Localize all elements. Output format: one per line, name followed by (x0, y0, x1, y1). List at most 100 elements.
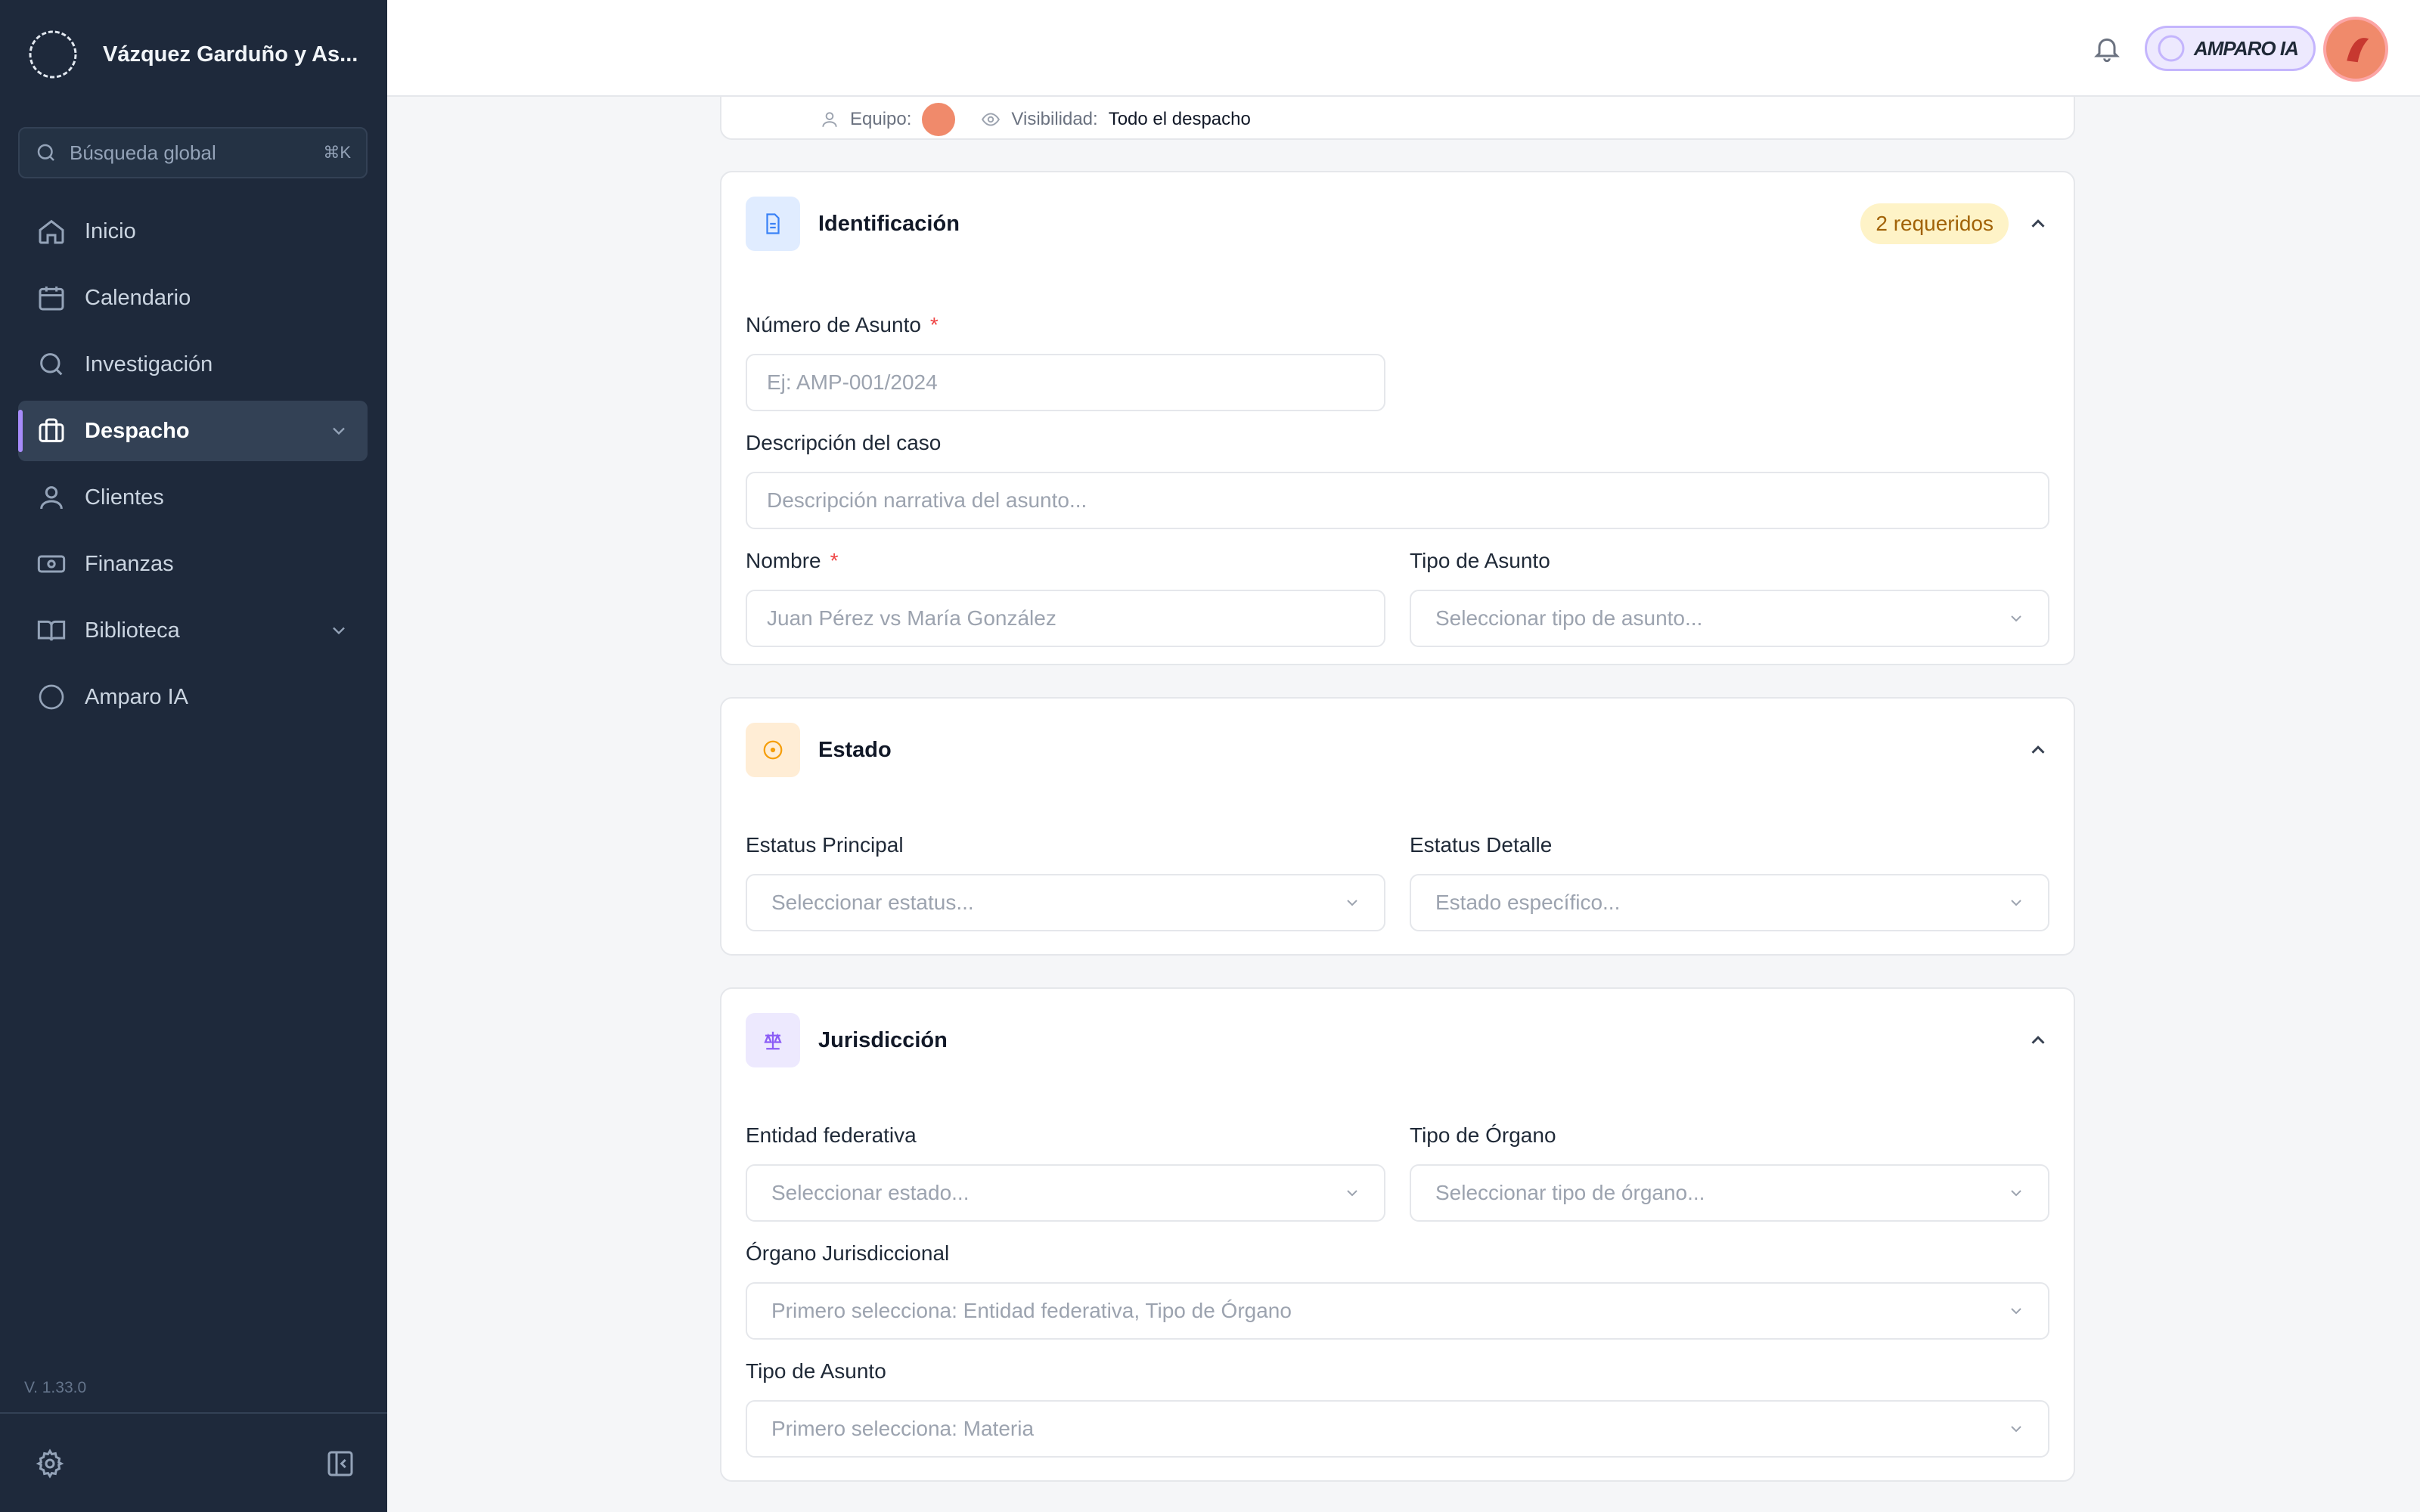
sidebar: Vázquez Garduño y As... Búsqueda global … (0, 0, 387, 1512)
topbar: AMPARO IA (387, 0, 2420, 97)
amparo-logo-icon (39, 684, 64, 710)
descripcion-field: Descripción del caso Descripción narrati… (746, 428, 2049, 529)
field-label: Descripción del caso (746, 431, 942, 454)
sidebar-item-label: Biblioteca (85, 618, 180, 643)
briefcase-icon (39, 418, 64, 442)
search-shortcut: ⌘K (323, 143, 351, 162)
chevron-up-icon[interactable] (2027, 1029, 2049, 1052)
entidad-federativa-select[interactable]: Seleccionar estado... (746, 1164, 1385, 1222)
tipo-organo-field: Tipo de Órgano Seleccionar tipo de órgan… (1410, 1120, 2049, 1222)
amparo-logo-icon (2158, 35, 2185, 62)
chevron-down-icon[interactable] (328, 620, 349, 641)
numero-asunto-input[interactable]: Ej: AMP-001/2024 (746, 354, 1385, 411)
section-title: Jurisdicción (818, 1027, 948, 1052)
estado-section: Estado Estatus Principal Seleccionar est… (720, 697, 2075, 956)
field-label: Estatus Detalle (1410, 833, 1553, 857)
organo-jurisdiccional-select[interactable]: Primero selecciona: Entidad federativa, … (746, 1282, 2049, 1340)
eye-icon (982, 113, 1001, 126)
identificacion-header[interactable]: Identificación 2 requeridos (746, 197, 2049, 251)
chevron-down-icon (2011, 900, 2021, 906)
status-icon (746, 723, 800, 777)
brand-logo-icon (29, 30, 77, 79)
app-version: V. 1.33.0 (24, 1379, 87, 1396)
sidebar-item-inicio[interactable]: Inicio (18, 201, 368, 262)
brand-name: Vázquez Garduño y As... (103, 42, 358, 67)
required-badge: 2 requeridos (1860, 203, 2009, 244)
numero-asunto-field: Número de Asunto * Ej: AMP-001/2024 (746, 310, 1385, 411)
document-icon (746, 197, 800, 251)
sidebar-item-label: Inicio (85, 218, 136, 243)
section-title: Identificación (818, 211, 960, 236)
organo-jurisdiccional-field: Órgano Jurisdiccional Primero selecciona… (746, 1238, 2049, 1340)
field-label: Tipo de Asunto (746, 1359, 886, 1383)
entidad-federativa-field: Entidad federativa Seleccionar estado... (746, 1120, 1385, 1222)
tipo-asunto-jurisdiccion-field: Tipo de Asunto Primero selecciona: Mater… (746, 1356, 2049, 1458)
brand[interactable]: Vázquez Garduño y As... (27, 27, 358, 82)
jurisdiccion-header[interactable]: Jurisdicción (746, 1013, 2049, 1067)
estado-header[interactable]: Estado (746, 723, 2049, 777)
search-placeholder: Búsqueda global (70, 141, 216, 164)
estatus-detalle-field: Estatus Detalle Estado específico... (1410, 830, 2049, 931)
visibility-label: Visibilidad: (1011, 109, 1098, 129)
sidebar-item-label: Finanzas (85, 551, 174, 576)
estatus-principal-field: Estatus Principal Seleccionar estatus... (746, 830, 1385, 931)
collapse-sidebar-icon[interactable] (325, 1448, 355, 1479)
estatus-principal-select[interactable]: Seleccionar estatus... (746, 874, 1385, 931)
sidebar-item-label: Despacho (85, 418, 190, 443)
sidebar-item-despacho[interactable]: Despacho (18, 401, 368, 461)
chevron-up-icon[interactable] (2027, 212, 2049, 235)
user-icon (40, 486, 63, 510)
team-icon (822, 112, 837, 127)
field-label: Entidad federativa (746, 1123, 917, 1147)
descripcion-input[interactable]: Descripción narrativa del asunto... (746, 472, 2049, 529)
sidebar-item-biblioteca[interactable]: Biblioteca (18, 600, 368, 661)
visibility-value: Todo el despacho (1108, 109, 1251, 129)
scale-icon (746, 1013, 800, 1067)
amparo-ia-button[interactable]: AMPARO IA (2145, 26, 2316, 71)
field-label: Tipo de Órgano (1410, 1123, 1556, 1147)
tipo-asunto-jurisdiccion-select[interactable]: Primero selecciona: Materia (746, 1400, 2049, 1458)
chevron-up-icon[interactable] (2027, 739, 2049, 761)
previous-card-meta: Equipo: Visibilidad: Todo el despacho (820, 103, 1251, 136)
sidebar-nav: Inicio Calendario Investigación Despacho… (18, 201, 368, 733)
chevron-down-icon (2011, 1190, 2021, 1197)
search-icon (40, 353, 63, 376)
previous-card: Equipo: Visibilidad: Todo el despacho (720, 97, 2075, 140)
sidebar-item-finanzas[interactable]: Finanzas (18, 534, 368, 594)
sidebar-item-investigacion[interactable]: Investigación (18, 334, 368, 395)
book-icon (37, 620, 66, 641)
global-search[interactable]: Búsqueda global ⌘K (18, 127, 368, 178)
chevron-down-icon (2011, 1308, 2021, 1315)
tipo-organo-select[interactable]: Seleccionar tipo de órgano... (1410, 1164, 2049, 1222)
amparo-ia-label: AMPARO IA (2194, 36, 2299, 60)
section-title: Estado (818, 737, 892, 762)
sidebar-item-label: Calendario (85, 285, 191, 310)
nombre-input[interactable]: Juan Pérez vs María González (746, 590, 1385, 647)
calendar-icon (39, 287, 64, 311)
field-label: Nombre * (746, 549, 839, 572)
tipo-asunto-select[interactable]: Seleccionar tipo de asunto... (1410, 590, 2049, 647)
field-label: Estatus Principal (746, 833, 904, 857)
sidebar-item-label: Investigación (85, 352, 213, 376)
chevron-down-icon (2011, 1426, 2021, 1433)
gear-icon[interactable] (35, 1448, 65, 1479)
chevron-down-icon[interactable] (328, 420, 349, 442)
bell-icon[interactable] (2092, 33, 2122, 64)
main-content: Equipo: Visibilidad: Todo el despacho Id… (387, 97, 2420, 1512)
sidebar-item-clientes[interactable]: Clientes (18, 467, 368, 528)
sidebar-item-label: Clientes (85, 485, 164, 510)
tipo-asunto-field: Tipo de Asunto Seleccionar tipo de asunt… (1410, 546, 2049, 647)
sidebar-item-amparo-ia[interactable]: Amparo IA (18, 667, 368, 727)
home-icon (39, 219, 64, 244)
team-label: Equipo: (850, 109, 912, 129)
avatar[interactable] (2323, 17, 2388, 82)
field-label: Número de Asunto * (746, 313, 939, 336)
money-icon (37, 555, 66, 573)
sidebar-item-calendario[interactable]: Calendario (18, 268, 368, 328)
search-icon (37, 144, 54, 161)
chevron-down-icon (2011, 615, 2021, 622)
sidebar-footer (0, 1412, 387, 1512)
estatus-detalle-select[interactable]: Estado específico... (1410, 874, 2049, 931)
sidebar-item-label: Amparo IA (85, 684, 188, 709)
nombre-field: Nombre * Juan Pérez vs María González (746, 546, 1385, 647)
